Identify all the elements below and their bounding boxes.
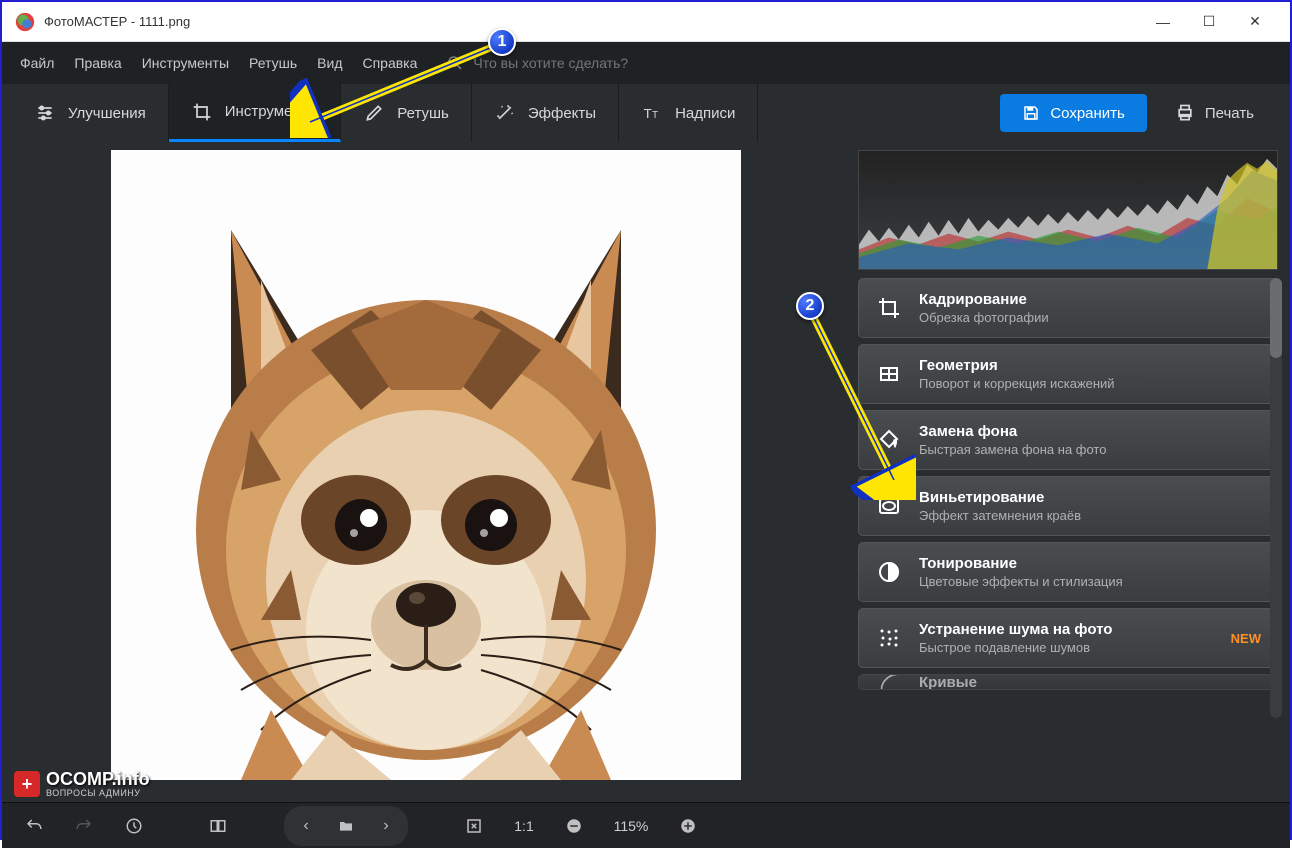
scroll-thumb[interactable] (1270, 278, 1282, 358)
tab-captions[interactable]: TT Надписи (619, 84, 758, 142)
undo-button[interactable] (16, 810, 52, 842)
histogram[interactable] (858, 150, 1278, 270)
tab-label: Эффекты (528, 105, 596, 122)
canvas-area[interactable] (2, 142, 850, 802)
maximize-button[interactable]: ☐ (1186, 2, 1232, 42)
svg-text:T: T (644, 106, 652, 121)
tool-subtitle: Быстрое подавление шумов (919, 640, 1215, 655)
tool-toning[interactable]: Тонирование Цветовые эффекты и стилизаци… (858, 542, 1278, 602)
tool-title: Геометрия (919, 357, 1261, 374)
marker-1: 1 (488, 28, 516, 56)
compare-button[interactable] (200, 810, 236, 842)
tool-geometry[interactable]: Геометрия Поворот и коррекция искажений (858, 344, 1278, 404)
tool-list: Кадрирование Обрезка фотографии Геометри… (858, 278, 1278, 690)
tool-title: Устранение шума на фото (919, 621, 1215, 638)
tool-crop[interactable]: Кадрирование Обрезка фотографии (858, 278, 1278, 338)
tab-label: Надписи (675, 105, 735, 122)
crop-icon (191, 101, 213, 123)
tab-label: Улучшения (68, 105, 146, 122)
tool-subtitle: Быстрая замена фона на фото (919, 442, 1261, 457)
arrow-2 (806, 310, 916, 500)
save-button[interactable]: Сохранить (1000, 94, 1147, 132)
tab-row: Улучшения Инструменты Ретушь Эффекты TT … (2, 84, 1290, 142)
tool-subtitle: Поворот и коррекция искажений (919, 376, 1261, 391)
watermark-text: OCOMP.info (46, 770, 150, 788)
history-button[interactable] (116, 810, 152, 842)
menu-tools[interactable]: Инструменты (142, 55, 229, 71)
denoise-icon (875, 624, 903, 652)
tool-curves[interactable]: Кривые (858, 674, 1278, 690)
tool-replace-bg[interactable]: Замена фона Быстрая замена фона на фото (858, 410, 1278, 470)
tool-subtitle: Цветовые эффекты и стилизация (919, 574, 1261, 589)
fit-button[interactable] (456, 810, 492, 842)
arrow-1 (290, 42, 500, 138)
titlebar: ФотоМАСТЕР - 1111.png — ☐ ✕ (2, 2, 1290, 42)
folder-button[interactable] (328, 810, 364, 842)
curves-icon (875, 674, 903, 690)
tool-denoise[interactable]: Устранение шума на фото Быстрое подавлен… (858, 608, 1278, 668)
menu-edit[interactable]: Правка (74, 55, 121, 71)
zoom-value: 115% (606, 818, 656, 834)
main-content: Кадрирование Обрезка фотографии Геометри… (2, 142, 1290, 802)
redo-button[interactable] (66, 810, 102, 842)
tool-title: Тонирование (919, 555, 1261, 572)
new-badge: NEW (1231, 631, 1261, 646)
print-button[interactable]: Печать (1157, 93, 1272, 133)
svg-text:T: T (652, 110, 658, 121)
watermark-badge: + (14, 771, 40, 797)
minimize-button[interactable]: — (1140, 2, 1186, 42)
tool-title: Кривые (919, 674, 1261, 690)
save-icon (1022, 104, 1040, 122)
toning-icon (875, 558, 903, 586)
app-icon (14, 11, 36, 33)
tool-subtitle: Обрезка фотографии (919, 310, 1261, 325)
menu-file[interactable]: Файл (20, 55, 54, 71)
save-label: Сохранить (1050, 105, 1125, 122)
tab-enhance[interactable]: Улучшения (12, 84, 169, 142)
side-panel: Кадрирование Обрезка фотографии Геометри… (850, 142, 1290, 802)
zoom-out-button[interactable] (556, 810, 592, 842)
window-controls: — ☐ ✕ (1140, 2, 1278, 42)
print-label: Печать (1205, 105, 1254, 122)
actual-size-button[interactable]: 1:1 (506, 810, 542, 842)
sliders-icon (34, 102, 56, 124)
watermark: + OCOMP.info ВОПРОСЫ АДМИНУ (14, 770, 150, 798)
marker-2: 2 (796, 292, 824, 320)
prev-button[interactable]: ‹ (288, 810, 324, 842)
zoom-in-button[interactable] (670, 810, 706, 842)
search-input[interactable] (473, 55, 673, 71)
next-button[interactable]: › (368, 810, 404, 842)
close-button[interactable]: ✕ (1232, 2, 1278, 42)
tool-subtitle: Эффект затемнения краёв (919, 508, 1261, 523)
bottombar: ‹ › 1:1 115% (2, 802, 1290, 848)
tool-title: Замена фона (919, 423, 1261, 440)
tool-title: Виньетирование (919, 489, 1261, 506)
tool-title: Кадрирование (919, 291, 1261, 308)
menubar: Файл Правка Инструменты Ретушь Вид Справ… (2, 42, 1290, 84)
print-icon (1175, 103, 1195, 123)
canvas-image[interactable] (111, 150, 741, 780)
scrollbar[interactable] (1270, 278, 1282, 718)
watermark-sub: ВОПРОСЫ АДМИНУ (46, 788, 150, 798)
tool-vignette[interactable]: Виньетирование Эффект затемнения краёв (858, 476, 1278, 536)
window-title: ФотоМАСТЕР - 1111.png (44, 14, 1140, 29)
text-icon: TT (641, 102, 663, 124)
